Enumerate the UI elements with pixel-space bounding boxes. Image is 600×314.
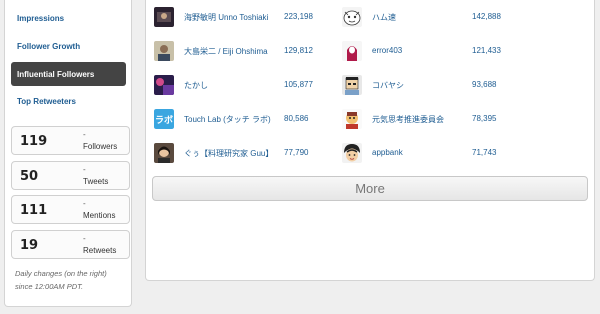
follower-name[interactable]: コバヤシ [372,80,404,91]
stat-retweets: 19 - Retweets [11,230,130,259]
stat-value: 50 [20,169,39,184]
follower-count: 77,790 [284,148,309,157]
avatar[interactable] [154,143,174,163]
stat-tweets: 50 - Tweets [11,161,130,190]
avatar[interactable] [154,75,174,95]
follower-name[interactable]: ハム速 [372,12,396,23]
stat-label: Mentions [83,211,116,220]
stat-mentions: 111 - Mentions [11,195,130,224]
follower-name[interactable]: 海野敏明 Unno Toshiaki [184,12,268,23]
stat-label: Retweets [83,246,117,255]
stat-followers: 119 - Followers [11,126,130,155]
nav-follower-growth[interactable]: Follower Growth [17,42,80,51]
daily-changes-note: Daily changes (on the right) since 12:00… [15,269,107,291]
stat-change: - [83,165,86,174]
follower-count: 129,812 [284,46,313,55]
stat-value: 119 [20,134,48,149]
influential-followers-panel: 海野敏明 Unno Toshiaki 223,198 ハム速 142,888 大… [145,0,595,281]
nav-influential-followers[interactable]: Influential Followers [11,62,126,86]
follower-item: コバヤシ [342,75,462,97]
avatar[interactable] [154,7,174,27]
follower-count: 71,743 [472,148,497,157]
follower-count: 93,688 [472,80,497,89]
stat-label: Followers [83,142,118,151]
follower-item: 元気思考推進委員会 [342,109,462,131]
avatar[interactable] [342,7,362,27]
follower-count: 121,433 [472,46,501,55]
follower-name[interactable]: 元気思考推進委員会 [372,114,444,125]
avatar[interactable] [342,41,362,61]
follower-name[interactable]: 大島栄二 / Eiji Ohshima [184,46,268,57]
stat-value: 19 [20,238,39,253]
sidebar: Impressions Follower Growth Influential … [4,0,132,307]
stat-label: Tweets [83,177,109,186]
avatar[interactable] [154,41,174,61]
rabo-logo-text: ラボ [155,114,173,126]
follower-count: 80,586 [284,114,309,123]
follower-name[interactable]: appbank [372,148,403,157]
follower-count: 105,877 [284,80,313,89]
follower-name[interactable]: ぐぅ【料理研究家 Guu】 [184,148,273,159]
stat-change: - [83,234,86,243]
follower-count: 142,888 [472,12,501,21]
avatar[interactable] [342,75,362,95]
follower-name[interactable]: Touch Lab (タッチ ラボ) [184,114,271,125]
nav-top-retweeters[interactable]: Top Retweeters [17,97,76,106]
avatar[interactable] [342,109,362,129]
avatar[interactable]: ラボ [154,109,174,129]
avatar[interactable] [342,143,362,163]
stat-change: - [83,130,86,139]
stat-change: - [83,199,86,208]
follower-name[interactable]: error403 [372,46,402,55]
follower-item: ハム速 [342,7,462,29]
follower-item: error403 [342,41,462,63]
follower-count: 78,395 [472,114,497,123]
more-button[interactable]: More [152,176,588,201]
follower-item: appbank [342,143,462,165]
nav-impressions[interactable]: Impressions [17,14,64,23]
follower-name[interactable]: たかし [184,80,208,91]
follower-count: 223,198 [284,12,313,21]
stat-value: 111 [20,203,48,218]
